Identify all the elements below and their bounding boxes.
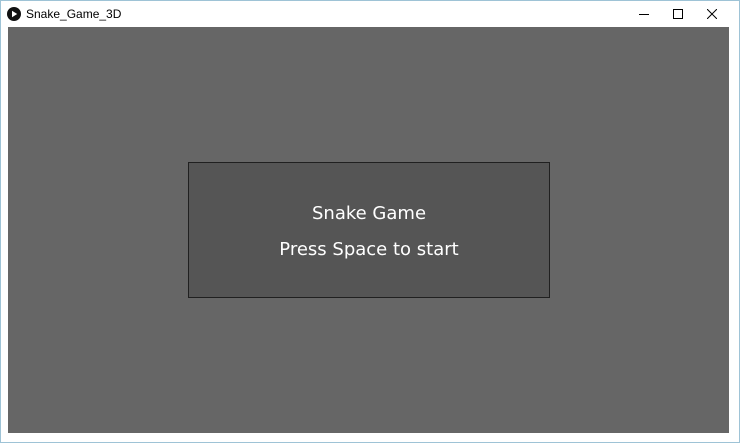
play-circle-icon bbox=[7, 7, 21, 21]
game-canvas[interactable]: Snake Game Press Space to start bbox=[8, 27, 729, 433]
maximize-button[interactable] bbox=[661, 1, 695, 27]
start-panel: Snake Game Press Space to start bbox=[188, 162, 550, 298]
title-bar[interactable]: Snake_Game_3D bbox=[1, 1, 739, 27]
game-title: Snake Game bbox=[311, 203, 427, 224]
close-icon bbox=[707, 9, 717, 19]
minimize-button[interactable] bbox=[627, 1, 661, 27]
maximize-icon bbox=[673, 9, 683, 19]
close-button[interactable] bbox=[695, 1, 729, 27]
window-title: Snake_Game_3D bbox=[26, 7, 122, 21]
minimize-icon bbox=[639, 9, 649, 19]
app-window: Snake_Game_3D Snake Game Press Space to … bbox=[0, 0, 740, 443]
start-prompt: Press Space to start bbox=[279, 239, 459, 260]
